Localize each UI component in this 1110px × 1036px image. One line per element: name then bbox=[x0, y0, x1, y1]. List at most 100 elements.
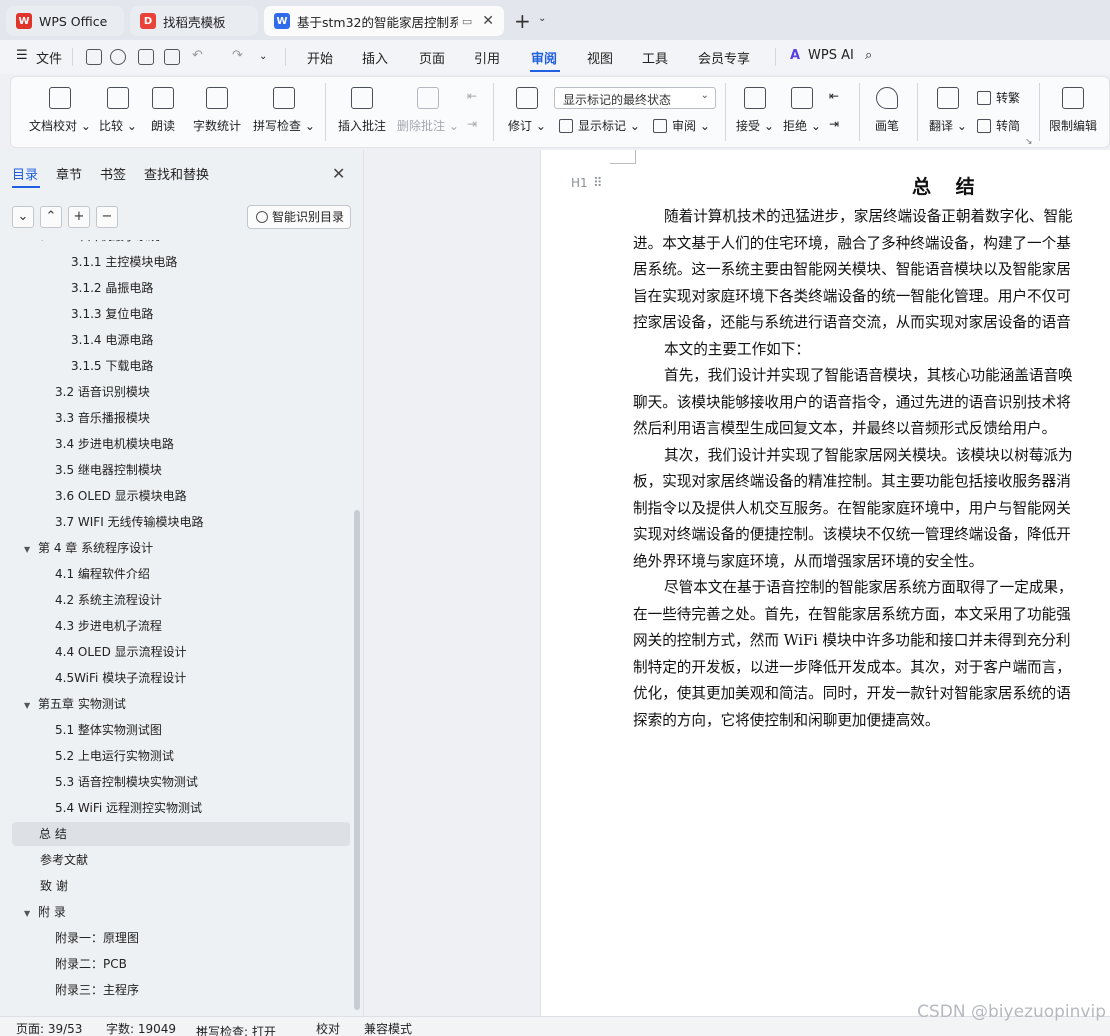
toc-item[interactable]: ▼3.1 单片机最小系统 bbox=[39, 240, 160, 248]
show-markup-button[interactable]: 显示标记 ⌄ bbox=[559, 117, 640, 134]
toc-item[interactable]: 3.7 WIFI 无线传输模块电路 bbox=[55, 510, 204, 534]
menu-tools[interactable]: 工具 bbox=[642, 48, 668, 67]
compare-button[interactable]: 比较 ⌄ bbox=[99, 87, 137, 134]
close-panel-icon[interactable]: ✕ bbox=[332, 164, 345, 183]
review-pane-button[interactable]: 审阅 ⌄ bbox=[653, 117, 710, 134]
tab-current-document[interactable]: W 基于stm32的智能家居控制系 ▭ ✕ bbox=[264, 6, 504, 36]
heading-level-marker[interactable]: H1 bbox=[571, 176, 588, 190]
close-tab-icon[interactable]: ✕ bbox=[482, 13, 494, 29]
read-aloud-button[interactable]: 朗读 bbox=[151, 87, 175, 134]
check-doc-button[interactable]: 文档校对 ⌄ bbox=[29, 87, 91, 134]
prev-change-icon[interactable]: ⇤ bbox=[829, 89, 839, 103]
toc-item[interactable]: 4.4 OLED 显示流程设计 bbox=[55, 640, 187, 664]
spellcheck-button[interactable]: 拼写检查 ⌄ bbox=[253, 87, 315, 134]
menu-start[interactable]: 开始 bbox=[307, 48, 333, 67]
to-traditional-button[interactable]: 转繁 bbox=[977, 89, 1020, 106]
drag-handle-icon[interactable]: ⠿ bbox=[593, 176, 602, 191]
expand-triangle-icon[interactable]: ▼ bbox=[24, 694, 38, 718]
tab-bookmarks[interactable]: 书签 bbox=[100, 164, 126, 183]
toc-item[interactable]: 3.4 步进电机模块电路 bbox=[55, 432, 174, 456]
track-changes-button[interactable]: 修订 ⌄ bbox=[508, 87, 546, 134]
chevron-down-icon[interactable]: ⌄ bbox=[259, 51, 267, 62]
toc-item[interactable]: ▼ 第 4 章 系统程序设计 bbox=[24, 536, 153, 560]
document-heading[interactable]: 总 结 bbox=[912, 172, 977, 199]
menu-wps-ai[interactable]: WPS AI bbox=[808, 48, 854, 63]
word-count-button[interactable]: 字数统计 bbox=[193, 87, 241, 134]
expand-triangle-icon[interactable]: ▼ bbox=[24, 538, 38, 562]
screen-icon[interactable]: ▭ bbox=[462, 15, 472, 28]
toc-item[interactable]: 5.3 语音控制模块实物测试 bbox=[55, 770, 198, 794]
expand-triangle-icon[interactable]: ▼ bbox=[24, 902, 38, 926]
toc-item[interactable]: 3.3 音乐播报模块 bbox=[55, 406, 150, 430]
new-tab-icon[interactable]: + bbox=[514, 9, 531, 33]
tab-wps-office[interactable]: W WPS Office bbox=[6, 6, 124, 36]
toc-item[interactable]: 4.5WiFi 模块子流程设计 bbox=[55, 666, 186, 690]
toc-item[interactable]: ▼ 附 录 bbox=[24, 900, 66, 924]
document-paragraph[interactable]: 其次，我们设计并实现了智能家居网关模块。该模块以树莓派为 板，实现对家居终端设备的… bbox=[633, 443, 1110, 576]
tab-sections[interactable]: 章节 bbox=[56, 164, 82, 183]
toc-item[interactable]: 参考文献 bbox=[40, 848, 88, 872]
toc-item[interactable]: 4.3 步进电机子流程 bbox=[55, 614, 162, 638]
to-simplified-button[interactable]: 转简 bbox=[977, 117, 1020, 134]
toc-item[interactable]: 3.1.2 晶振电路 bbox=[71, 276, 153, 300]
toc-item[interactable]: 5.4 WiFi 远程测控实物测试 bbox=[55, 796, 202, 820]
menu-icon[interactable]: ☰ bbox=[16, 48, 28, 63]
menu-page[interactable]: 页面 bbox=[419, 48, 445, 67]
toc-item[interactable]: 附录一：原理图 bbox=[55, 926, 139, 950]
insert-comment-button[interactable]: 插入批注 bbox=[338, 87, 386, 134]
translate-button[interactable]: 翻译 ⌄ bbox=[929, 87, 967, 134]
document-paragraph[interactable]: 首先，我们设计并实现了智能语音模块，其核心功能涵盖语音唤 聊天。该模块能够接收用户… bbox=[633, 363, 1110, 443]
menu-reference[interactable]: 引用 bbox=[474, 48, 500, 67]
print-icon[interactable] bbox=[138, 49, 154, 65]
accept-button[interactable]: 接受 ⌄ bbox=[736, 87, 774, 134]
expand-triangle-icon[interactable]: ▼ bbox=[39, 240, 53, 250]
spellcheck-indicator[interactable]: 拼写检查: 打开 ⌄ bbox=[196, 1020, 276, 1036]
word-count-indicator[interactable]: 字数: 19049 bbox=[106, 1020, 176, 1036]
add-heading-icon[interactable]: + bbox=[68, 206, 90, 228]
tab-toc[interactable]: 目录 bbox=[12, 164, 38, 183]
share-icon[interactable] bbox=[110, 49, 126, 65]
pen-button[interactable]: 画笔 bbox=[875, 87, 899, 134]
menu-file[interactable]: 文件 bbox=[36, 48, 62, 67]
page-indicator[interactable]: 页面: 39/53 bbox=[16, 1020, 82, 1036]
reject-button[interactable]: 拒绝 ⌄ bbox=[783, 87, 821, 134]
smart-toc-button[interactable]: 智能识别目录 bbox=[247, 205, 351, 229]
expand-up-icon[interactable]: ⌃ bbox=[40, 206, 62, 228]
toc-item[interactable]: 5.1 整体实物测试图 bbox=[55, 718, 162, 742]
menu-member[interactable]: 会员专享 bbox=[698, 48, 750, 67]
proofread-indicator[interactable]: 校对 bbox=[316, 1020, 340, 1036]
delete-comment-button[interactable]: 删除批注 ⌄ bbox=[397, 87, 459, 134]
menu-review[interactable]: 审阅 bbox=[531, 48, 557, 67]
prev-comment-icon[interactable]: ⇤ bbox=[467, 89, 477, 103]
toc-item[interactable]: 3.1.5 下载电路 bbox=[71, 354, 153, 378]
menu-insert[interactable]: 插入 bbox=[362, 48, 388, 67]
remove-heading-icon[interactable]: − bbox=[96, 206, 118, 228]
undo-icon[interactable]: ↶ bbox=[192, 48, 203, 63]
tab-docer-templates[interactable]: D 找稻壳模板 bbox=[130, 6, 258, 36]
next-change-icon[interactable]: ⇥ bbox=[829, 117, 839, 131]
document-paragraph[interactable]: 本文的主要工作如下： bbox=[633, 337, 1110, 364]
tab-find-replace[interactable]: 查找和替换 bbox=[144, 164, 209, 183]
toc-item[interactable]: 4.1 编程软件介绍 bbox=[55, 562, 150, 586]
redo-icon[interactable]: ↷ bbox=[232, 48, 243, 63]
document-paragraph[interactable]: 尽管本文在基于语音控制的智能家居系统方面取得了一定成果， 在一些待完善之处。首先，… bbox=[633, 575, 1110, 734]
toc-item[interactable]: 附录二：PCB bbox=[55, 952, 127, 976]
toc-item[interactable]: 3.5 继电器控制模块 bbox=[55, 458, 162, 482]
toc-item[interactable]: 3.1.1 主控模块电路 bbox=[71, 250, 177, 274]
next-comment-icon[interactable]: ⇥ bbox=[467, 117, 477, 131]
print-preview-icon[interactable] bbox=[164, 49, 180, 65]
toc-item-selected[interactable]: 总 结 bbox=[12, 822, 350, 846]
markup-state-select[interactable]: 显示标记的最终状态 ⌄ bbox=[554, 87, 716, 109]
save-icon[interactable] bbox=[86, 49, 102, 65]
chevron-down-icon[interactable]: ⌄ bbox=[538, 13, 546, 24]
toc-item[interactable]: 附录三：主程序 bbox=[55, 978, 139, 1002]
toc-item[interactable]: 3.2 语音识别模块 bbox=[55, 380, 150, 404]
collapse-all-icon[interactable]: ⌄ bbox=[12, 206, 34, 228]
toc-item[interactable]: 4.2 系统主流程设计 bbox=[55, 588, 162, 612]
toc-item[interactable]: 3.1.4 电源电路 bbox=[71, 328, 153, 352]
search-icon[interactable]: ⌕ bbox=[865, 48, 872, 63]
toc-item[interactable]: ▼ 第五章 实物测试 bbox=[24, 692, 126, 716]
restrict-edit-button[interactable]: 限制编辑 bbox=[1049, 87, 1097, 134]
toc-item[interactable]: 3.1.3 复位电路 bbox=[71, 302, 153, 326]
document-paragraph[interactable]: 随着计算机技术的迅猛进步，家居终端设备正朝着数字化、智能 进。本文基于人们的住宅环… bbox=[633, 204, 1110, 337]
